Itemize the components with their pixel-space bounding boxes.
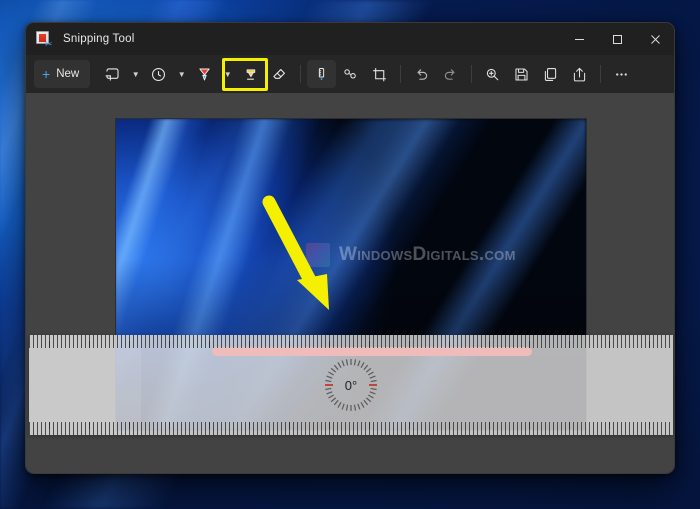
highlighter-button[interactable] xyxy=(236,60,265,88)
minimize-button[interactable] xyxy=(560,23,598,55)
maximize-button[interactable] xyxy=(598,23,636,55)
title-bar: ✂ Snipping Tool xyxy=(26,23,674,55)
ruler-angle-value: 0° xyxy=(344,377,358,393)
undo-icon xyxy=(417,68,428,80)
snipping-mode-button[interactable] xyxy=(98,60,127,88)
zoom-button[interactable] xyxy=(478,60,507,88)
ruler-icon xyxy=(319,67,325,80)
ruler-left-segment xyxy=(29,335,141,435)
ruler-button[interactable] xyxy=(307,60,337,88)
save-disk-icon xyxy=(515,67,528,81)
toolbar-divider-3 xyxy=(471,65,473,83)
undo-button[interactable] xyxy=(407,60,436,88)
shapes-icon xyxy=(344,68,356,78)
toolbar-divider-1 xyxy=(300,65,302,83)
ellipsis-icon xyxy=(616,72,628,76)
close-button[interactable] xyxy=(636,23,674,55)
plus-icon: + xyxy=(42,66,51,82)
shapes-button[interactable] xyxy=(336,60,365,88)
pen-icon xyxy=(199,68,210,80)
ballpoint-pen-group: ▼ xyxy=(190,60,236,88)
ruler-bottom-major-ticks xyxy=(29,422,673,429)
window-controls xyxy=(560,23,674,55)
editor-canvas[interactable]: WindowsDigitals.com 0° xyxy=(26,93,674,473)
toolbar-divider-2 xyxy=(400,65,402,83)
snipping-tool-window: ✂ Snipping Tool + New ▼ ▼ ▼ WindowsDigit… xyxy=(25,22,675,474)
copy-button[interactable] xyxy=(536,60,565,88)
share-button[interactable] xyxy=(565,60,594,88)
eraser-icon xyxy=(273,68,286,79)
ballpoint-pen-button[interactable] xyxy=(190,60,219,88)
more-options-button[interactable] xyxy=(607,60,636,88)
delay-timer-group: ▼ xyxy=(144,60,190,88)
copy-icon xyxy=(545,67,557,81)
snipping-mode-chevron-down-icon[interactable]: ▼ xyxy=(127,60,144,88)
new-button[interactable]: + New xyxy=(34,60,91,88)
ruler-group xyxy=(307,60,337,88)
ballpoint-pen-chevron-down-icon[interactable]: ▼ xyxy=(219,60,236,88)
snipping-mode-group: ▼ xyxy=(98,60,144,88)
crop-button[interactable] xyxy=(365,60,394,88)
save-button[interactable] xyxy=(507,60,536,88)
new-button-label: New xyxy=(56,68,80,80)
magnifier-icon xyxy=(487,68,499,80)
share-icon xyxy=(574,67,586,81)
ruler-top-major-ticks xyxy=(29,341,673,348)
toolbar-divider-4 xyxy=(600,65,602,83)
redo-button[interactable] xyxy=(436,60,465,88)
editor-toolbar: + New ▼ ▼ ▼ xyxy=(26,55,674,93)
window-title: Snipping Tool xyxy=(63,33,135,45)
eraser-button[interactable] xyxy=(265,60,294,88)
delay-timer-button[interactable] xyxy=(144,60,173,88)
snipping-tool-icon: ✂ xyxy=(36,30,53,48)
ruler-angle-dial[interactable]: 0° xyxy=(323,357,379,413)
highlighter-icon xyxy=(246,68,256,80)
crop-icon xyxy=(373,67,387,81)
desktop-background: ✂ Snipping Tool + New ▼ ▼ ▼ WindowsDigit… xyxy=(0,0,700,509)
ruler-overlay[interactable]: 0° xyxy=(29,335,673,435)
clock-icon xyxy=(152,67,166,81)
rectangle-snip-icon xyxy=(105,67,119,80)
redo-icon xyxy=(445,68,455,80)
delay-timer-chevron-down-icon[interactable]: ▼ xyxy=(173,60,190,88)
